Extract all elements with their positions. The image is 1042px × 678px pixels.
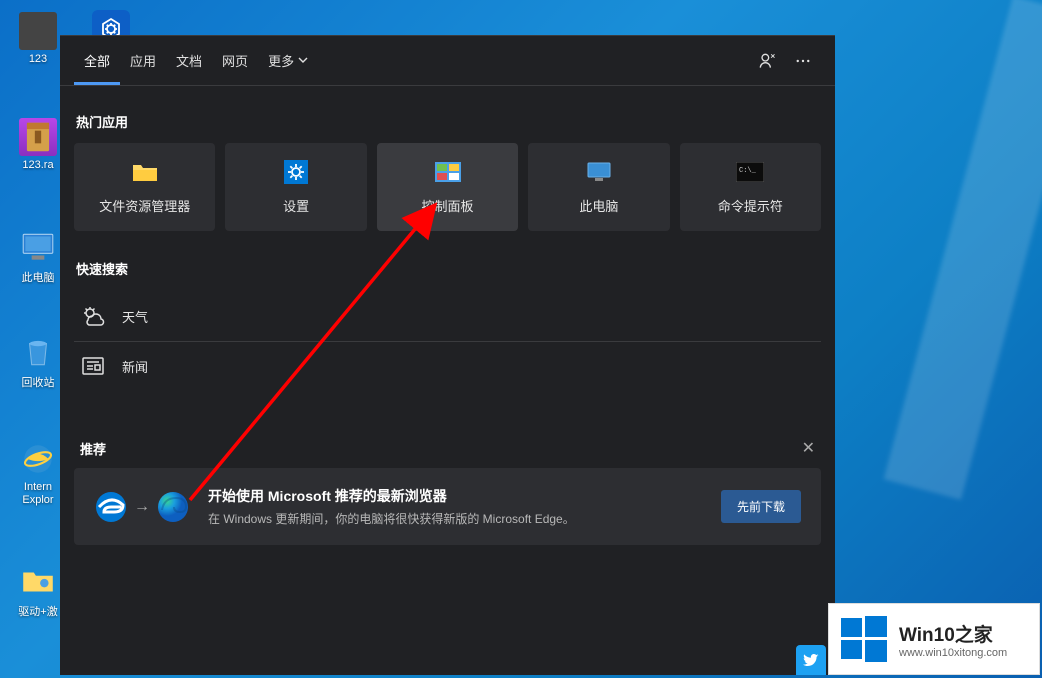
pc-icon <box>19 228 57 266</box>
windows-logo-icon <box>839 614 889 664</box>
desktop-icon-label: 123 <box>12 53 64 65</box>
desktop-icon-label: InternExplor <box>12 481 64 507</box>
desktop-icon-this-pc[interactable]: 此电脑 <box>12 228 64 285</box>
tile-file-explorer[interactable]: 文件资源管理器 <box>74 143 215 231</box>
feedback-icon[interactable] <box>749 43 785 79</box>
watermark-url: www.win10xitong.com <box>899 647 1007 659</box>
quick-label: 天气 <box>122 307 148 326</box>
close-icon[interactable]: ✕ <box>802 438 815 458</box>
tab-docs[interactable]: 文档 <box>166 37 212 85</box>
tile-cmd[interactable]: C:\_ 命令提示符 <box>680 143 821 231</box>
download-button[interactable]: 先前下载 <box>721 490 801 523</box>
tile-label: 文件资源管理器 <box>99 196 190 215</box>
tab-bar: 全部 应用 文档 网页 更多 <box>60 36 835 86</box>
recycle-bin-icon <box>19 333 57 371</box>
folder-icon <box>19 562 57 600</box>
section-top-apps-title: 热门应用 <box>76 112 821 131</box>
quick-label: 新闻 <box>122 357 148 376</box>
section-recommend-title: 推荐 <box>80 439 106 458</box>
desktop-icon-driver[interactable]: 驱动+激 <box>12 562 64 619</box>
twitter-badge[interactable] <box>796 645 826 675</box>
tile-label: 设置 <box>283 196 309 215</box>
desktop-icon-label: 回收站 <box>12 374 64 390</box>
edge-upgrade-icons: → <box>94 490 190 524</box>
watermark-text: Win10之家 www.win10xitong.com <box>899 620 1007 659</box>
panel-body: 热门应用 文件资源管理器 设置 控制面板 <box>60 86 835 567</box>
control-panel-icon <box>434 160 462 184</box>
recommend-card: → 开始使用 Microsoft 推荐的最新浏览器 在 Windows 更新期间… <box>74 468 821 545</box>
tile-label: 此电脑 <box>579 196 618 215</box>
recommend-title: 开始使用 Microsoft 推荐的最新浏览器 <box>208 486 703 506</box>
desktop-icon-rar[interactable]: 123.ra <box>12 118 64 171</box>
terminal-icon: C:\_ <box>736 160 764 184</box>
watermark-title: Win10之家 <box>899 620 1007 647</box>
rar-icon <box>19 118 57 156</box>
tab-all[interactable]: 全部 <box>74 37 120 85</box>
top-apps-tiles: 文件资源管理器 设置 控制面板 此电脑 <box>74 143 821 231</box>
section-quick-title: 快速搜索 <box>76 259 821 278</box>
tab-more-label: 更多 <box>268 51 294 70</box>
tab-web[interactable]: 网页 <box>212 37 258 85</box>
quick-search-list: 天气 新闻 <box>74 290 821 390</box>
tab-apps[interactable]: 应用 <box>120 37 166 85</box>
tile-this-pc[interactable]: 此电脑 <box>528 143 669 231</box>
desktop-icon-ie[interactable]: InternExplor <box>12 440 64 507</box>
folder-icon <box>131 160 159 184</box>
pc-icon <box>585 160 613 184</box>
svg-text:C:\_: C:\_ <box>739 167 757 175</box>
quick-weather[interactable]: 天气 <box>74 291 821 342</box>
desktop-icon-label: 驱动+激 <box>12 603 64 619</box>
edge-new-icon <box>156 490 190 524</box>
image-icon <box>19 12 57 50</box>
desktop-icon-label: 123.ra <box>12 159 64 171</box>
recommend-section: 推荐 ✕ → 开始使用 Microsoft 推荐的最新浏览器 在 Windows… <box>74 438 821 545</box>
tile-control-panel[interactable]: 控制面板 <box>377 143 518 231</box>
chevron-down-icon <box>298 55 308 65</box>
watermark: Win10之家 www.win10xitong.com <box>828 603 1040 675</box>
twitter-icon <box>802 651 820 669</box>
gear-icon <box>282 160 310 184</box>
search-panel: 全部 应用 文档 网页 更多 热门应用 文件资源管理器 <box>60 35 835 675</box>
desktop-icon-123[interactable]: 123 <box>12 12 64 65</box>
recommend-text: 开始使用 Microsoft 推荐的最新浏览器 在 Windows 更新期间，你… <box>208 486 703 527</box>
recommend-subtitle: 在 Windows 更新期间，你的电脑将很快获得新版的 Microsoft Ed… <box>208 510 703 527</box>
tile-settings[interactable]: 设置 <box>225 143 366 231</box>
desktop-icon-recycle[interactable]: 回收站 <box>12 333 64 390</box>
news-icon <box>78 356 108 376</box>
ellipsis-icon[interactable] <box>785 43 821 79</box>
tile-label: 命令提示符 <box>718 196 783 215</box>
desktop-icon-label: 此电脑 <box>12 269 64 285</box>
tab-more[interactable]: 更多 <box>258 37 318 85</box>
quick-news[interactable]: 新闻 <box>74 342 821 390</box>
edge-old-icon <box>94 490 128 524</box>
arrow-right-icon: → <box>134 498 150 516</box>
ie-icon <box>19 440 57 478</box>
tile-label: 控制面板 <box>422 196 474 215</box>
weather-icon <box>78 305 108 327</box>
